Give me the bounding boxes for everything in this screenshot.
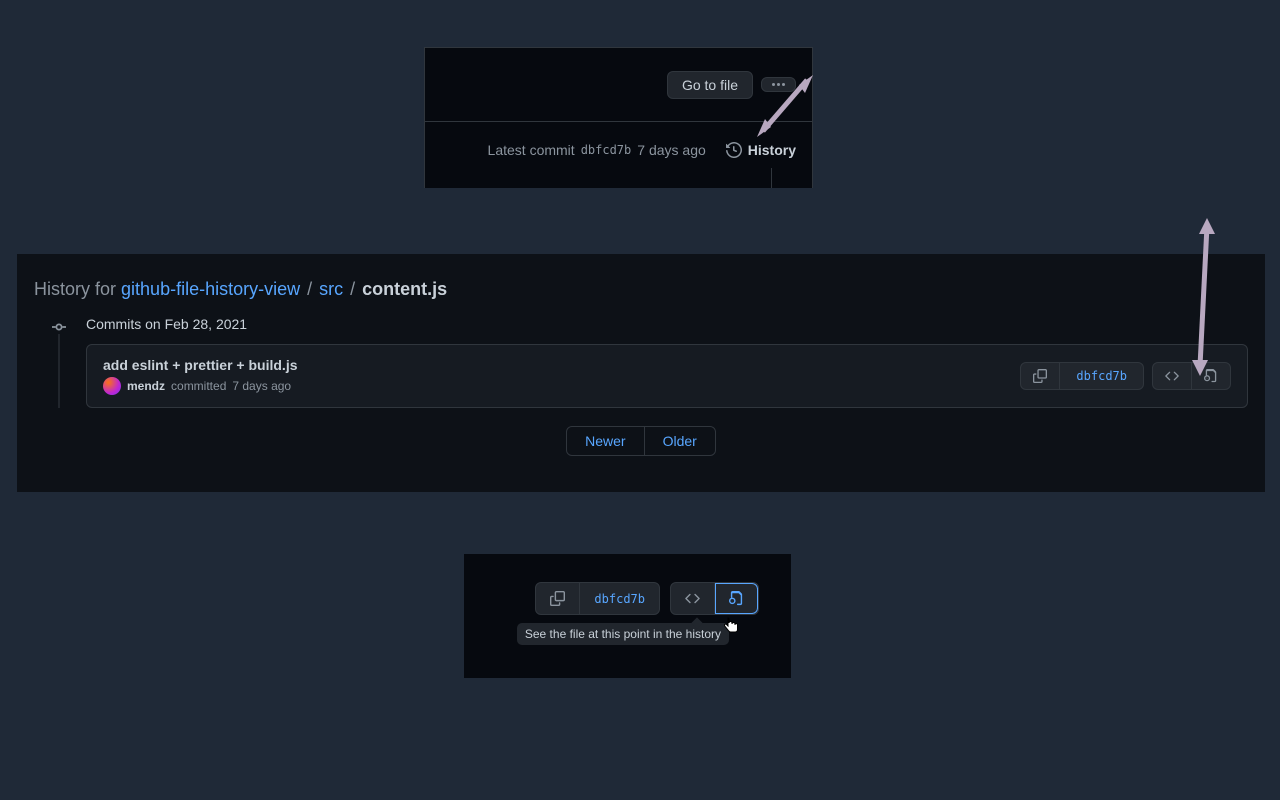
file-history-icon (1204, 369, 1218, 383)
file-header-panel: Go to file Latest commit dbfcd7b 7 days … (424, 47, 813, 188)
commit-dot-icon (52, 320, 66, 334)
copy-hash-button[interactable] (536, 583, 580, 614)
commit-hash-group: dbfcd7b (535, 582, 660, 615)
history-page: History for github-file-history-view / s… (17, 254, 1265, 492)
go-to-file-button[interactable]: Go to file (667, 71, 753, 99)
commit-hash-button[interactable]: dbfcd7b (1060, 363, 1143, 389)
more-actions-button[interactable] (761, 77, 796, 92)
copy-icon (1033, 369, 1047, 383)
commits-date-label: Commits on Feb 28, 2021 (86, 316, 1248, 332)
pager-newer-button[interactable]: Newer (567, 427, 644, 455)
commit-card: add eslint + prettier + build.js mendz c… (86, 344, 1248, 408)
pager: Newer Older (34, 426, 1248, 456)
pager-older-button[interactable]: Older (645, 427, 715, 455)
view-file-at-commit-button[interactable] (1192, 363, 1230, 389)
commit-age: 7 days ago (637, 142, 706, 158)
commit-hash-button[interactable]: dbfcd7b (580, 583, 659, 614)
copy-hash-button[interactable] (1021, 363, 1060, 389)
commit-title[interactable]: add eslint + prettier + build.js (103, 357, 298, 373)
commit-timeline: Commits on Feb 28, 2021 add eslint + pre… (34, 316, 1248, 408)
breadcrumb-repo[interactable]: github-file-history-view (121, 279, 300, 299)
history-icon (726, 142, 742, 158)
history-label: History (748, 142, 796, 158)
commit-meta: mendz committed 7 days ago (103, 377, 298, 395)
commit-view-group (1152, 362, 1231, 390)
commit-actions: dbfcd7b (1020, 362, 1231, 390)
commit-age: 7 days ago (232, 379, 291, 393)
commit-hash-link[interactable]: dbfcd7b (581, 143, 632, 157)
commit-author[interactable]: mendz (127, 379, 165, 393)
timeline-line (58, 334, 60, 408)
cursor-pointer-icon (722, 617, 740, 637)
code-icon (1165, 369, 1179, 383)
kebab-icon (772, 83, 785, 86)
vertical-divider (771, 168, 772, 188)
avatar[interactable] (103, 377, 121, 395)
commit-view-group (670, 582, 759, 615)
breadcrumb-file: content.js (362, 279, 447, 299)
tooltip: See the file at this point in the histor… (517, 623, 729, 645)
tooltip-zoom-panel: dbfcd7b See the file at this point in th… (464, 554, 791, 678)
file-header-actions: Go to file (425, 48, 812, 122)
copy-icon (550, 591, 565, 606)
breadcrumb: History for github-file-history-view / s… (34, 279, 1248, 300)
browse-code-button[interactable] (671, 583, 715, 614)
pager-group: Newer Older (566, 426, 716, 456)
view-file-at-commit-button[interactable] (715, 583, 758, 614)
latest-commit-label: Latest commit (488, 142, 575, 158)
breadcrumb-prefix: History for (34, 279, 116, 299)
file-history-icon (729, 591, 744, 606)
history-link[interactable]: History (726, 142, 796, 158)
commit-hash-group: dbfcd7b (1020, 362, 1144, 390)
breadcrumb-sep: / (350, 279, 360, 299)
breadcrumb-dir[interactable]: src (319, 279, 343, 299)
latest-commit-bar: Latest commit dbfcd7b 7 days ago History (425, 122, 812, 178)
commit-action: committed (171, 379, 226, 393)
breadcrumb-sep: / (307, 279, 317, 299)
commit-actions-zoom: dbfcd7b (535, 582, 759, 615)
code-icon (685, 591, 700, 606)
browse-code-button[interactable] (1153, 363, 1192, 389)
